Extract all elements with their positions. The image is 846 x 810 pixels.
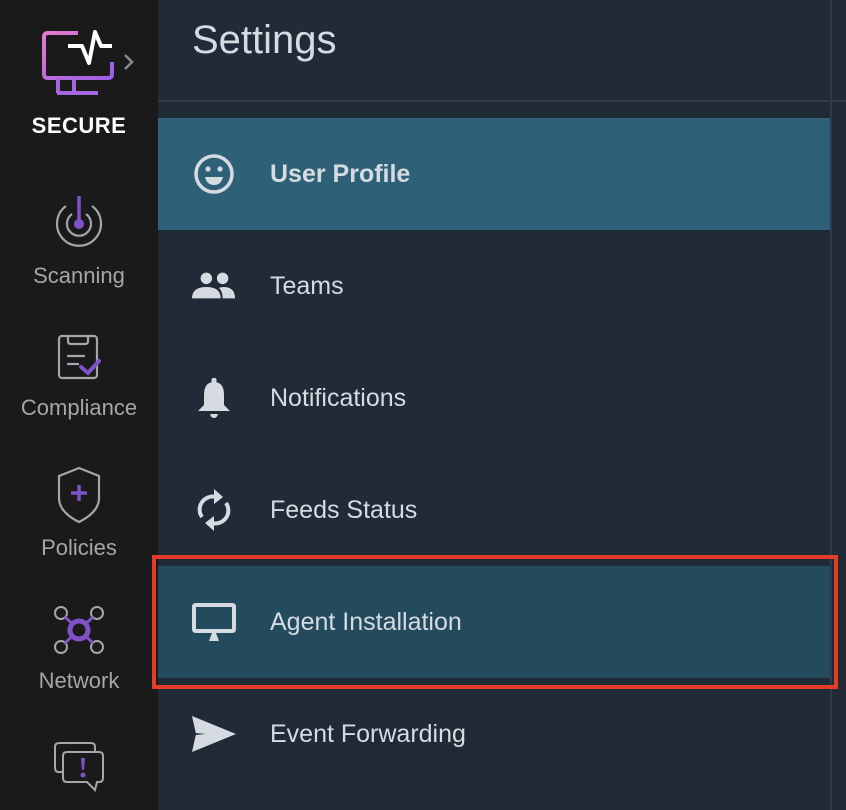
scan-target-icon [0, 194, 158, 257]
menu-item-notifications[interactable]: Notifications [158, 342, 830, 454]
menu-label: Agent Installation [270, 607, 462, 636]
header-divider [158, 100, 846, 102]
send-icon [192, 712, 236, 756]
desktop-icon [192, 600, 236, 644]
sidebar-label: Network [38, 668, 120, 693]
menu-item-teams[interactable]: Teams [158, 230, 830, 342]
menu-label: User Profile [270, 159, 411, 188]
people-icon [192, 264, 236, 308]
page-title: Settings [192, 18, 337, 62]
brand-name: SECURE [31, 113, 127, 138]
chevron-right-icon[interactable] [122, 52, 136, 72]
sidebar-item-compliance[interactable]: Compliance [0, 334, 158, 421]
menu-item-feeds-status[interactable]: Feeds Status [158, 454, 830, 566]
menu-item-event-forwarding[interactable]: Event Forwarding [158, 678, 830, 790]
sidebar-label: Compliance [20, 395, 138, 420]
sync-icon [192, 488, 236, 532]
sidebar-item-scanning[interactable]: Scanning [0, 194, 158, 289]
menu-label: Feeds Status [270, 495, 418, 524]
menu-item-user-profile[interactable]: User Profile [158, 118, 830, 230]
menu-item-agent-installation[interactable]: Agent Installation [158, 566, 830, 678]
network-nodes-icon [0, 603, 158, 662]
chat-alert-icon [0, 740, 158, 799]
menu-label: Teams [270, 271, 344, 300]
sidebar-item-events[interactable] [0, 740, 158, 805]
menu-label: Notifications [270, 383, 407, 412]
sidebar-item-network[interactable]: Network [0, 603, 158, 694]
shield-plus-icon [0, 466, 158, 529]
sidebar-label: Policies [41, 535, 117, 560]
sidebar-item-policies[interactable]: Policies [0, 466, 158, 561]
monitor-pulse-icon[interactable] [40, 28, 120, 100]
sidebar-label: Scanning [33, 263, 125, 288]
bell-icon [192, 376, 236, 420]
smiley-icon [192, 152, 236, 196]
settings-panel: Settings User Profile Teams Notification… [158, 0, 846, 810]
sidebar: SECURE Scanning Compliance Policies Netw… [0, 0, 158, 810]
panel-divider [830, 0, 832, 810]
clipboard-check-icon [0, 334, 158, 389]
menu-label: Event Forwarding [270, 719, 466, 748]
